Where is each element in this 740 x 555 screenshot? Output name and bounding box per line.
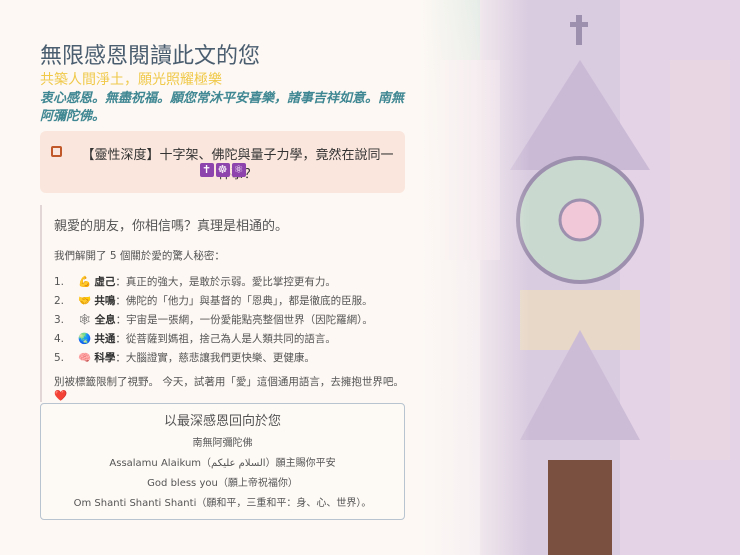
note-icon [51,146,62,157]
dedication-line: Om Shanti Shanti Shanti（願和平，三重和平：身、心、世界）… [73,498,372,509]
emoji-icon: 💪 [78,276,92,288]
item-number: 2. [54,295,65,307]
intro-text: 親愛的朋友，你相信嗎？真理是相通的。 [54,219,289,234]
lead-text: 我們解開了 5 個關於愛的驚人秘密： [54,250,225,262]
emoji-icon: 🌏 [78,333,92,345]
item-text: ：宇宙是一張網，一份愛能點亮整個世界（因陀羅網）。 [115,314,373,326]
closing-text: 別被標籤限制了視野。 今天，試著用「愛」這個通用語言，去擁抱世界吧。❤️ [54,376,404,402]
dedication-heading: 以最深感恩回向於您 [163,414,281,429]
dedication-line: 南無阿彌陀佛 [192,438,253,449]
list-item: 2. 🤝 共鳴：佛陀的「他力」與基督的「恩典」，都是徹底的臣服。 [54,292,405,311]
list-item: 4. 🌏 共通：從菩薩到媽祖，捨己為人是人類共同的語言。 [54,330,405,349]
cathedral-illustration [420,0,740,555]
item-text: ：真正的強大，是敢於示弱。愛比掌控更有力。 [115,276,336,288]
headline-card: 【靈性深度】十字架、佛陀與量子力學，竟然在說同一件事？ ✝☸⚛ [40,131,405,193]
dedication-line: God bless you（願上帝祝福你） [147,478,298,489]
emoji-icon: 🕸 [78,314,92,326]
item-text: ：佛陀的「他力」與基督的「恩典」，都是徹底的臣服。 [115,295,373,307]
item-key: 全息 [94,314,116,326]
secrets-list: 1. 💪 虛己：真正的強大，是敢於示弱。愛比掌控更有力。 2. 🤝 共鳴：佛陀的「他… [54,273,405,368]
item-text: ：大腦證實，慈悲讓我們更快樂、更健康。 [115,352,315,364]
page-title: 無限感恩閱讀此文的您 [40,44,261,69]
item-key: 虛己 [94,276,116,288]
blessing-text: 衷心感恩。無盡祝福。願您常沐平安喜樂，諸事吉祥如意。南無阿彌陀佛。 [40,91,405,124]
item-key: 共通 [94,333,116,345]
item-number: 4. [54,333,65,345]
dedication-line: Assalamu Alaikum（السلام عليكم）願主賜你平安 [109,458,336,469]
item-text: ：從菩薩到媽祖，捨己為人是人類共同的語言。 [115,333,336,345]
subtitle: 共築人間淨土，願光照耀極樂 [40,72,222,88]
item-number: 3. [54,314,65,326]
emoji-icon: 🧠 [78,352,92,364]
cross-icon: ✝ [199,163,214,177]
list-item: 5. 🧠 科學：大腦證實，慈悲讓我們更快樂、更健康。 [54,349,405,368]
emoji-icon: 🤝 [78,295,92,307]
dharma-wheel-icon: ☸ [215,163,230,177]
item-key: 共鳴 [94,295,116,307]
item-number: 1. [54,276,65,288]
list-item: 3. 🕸 全息：宇宙是一張網，一份愛能點亮整個世界（因陀羅網）。 [54,311,405,330]
dedication-box: 以最深感恩回向於您 南無阿彌陀佛 Assalamu Alaikum（السلام… [40,403,405,520]
atom-icon: ⚛ [231,163,246,177]
article-quote: 親愛的朋友，你相信嗎？真理是相通的。 我們解開了 5 個關於愛的驚人秘密： 1.… [40,205,405,402]
item-key: 科學 [94,352,116,364]
list-item: 1. 💪 虛己：真正的強大，是敢於示弱。愛比掌控更有力。 [54,273,405,292]
item-number: 5. [54,352,65,364]
